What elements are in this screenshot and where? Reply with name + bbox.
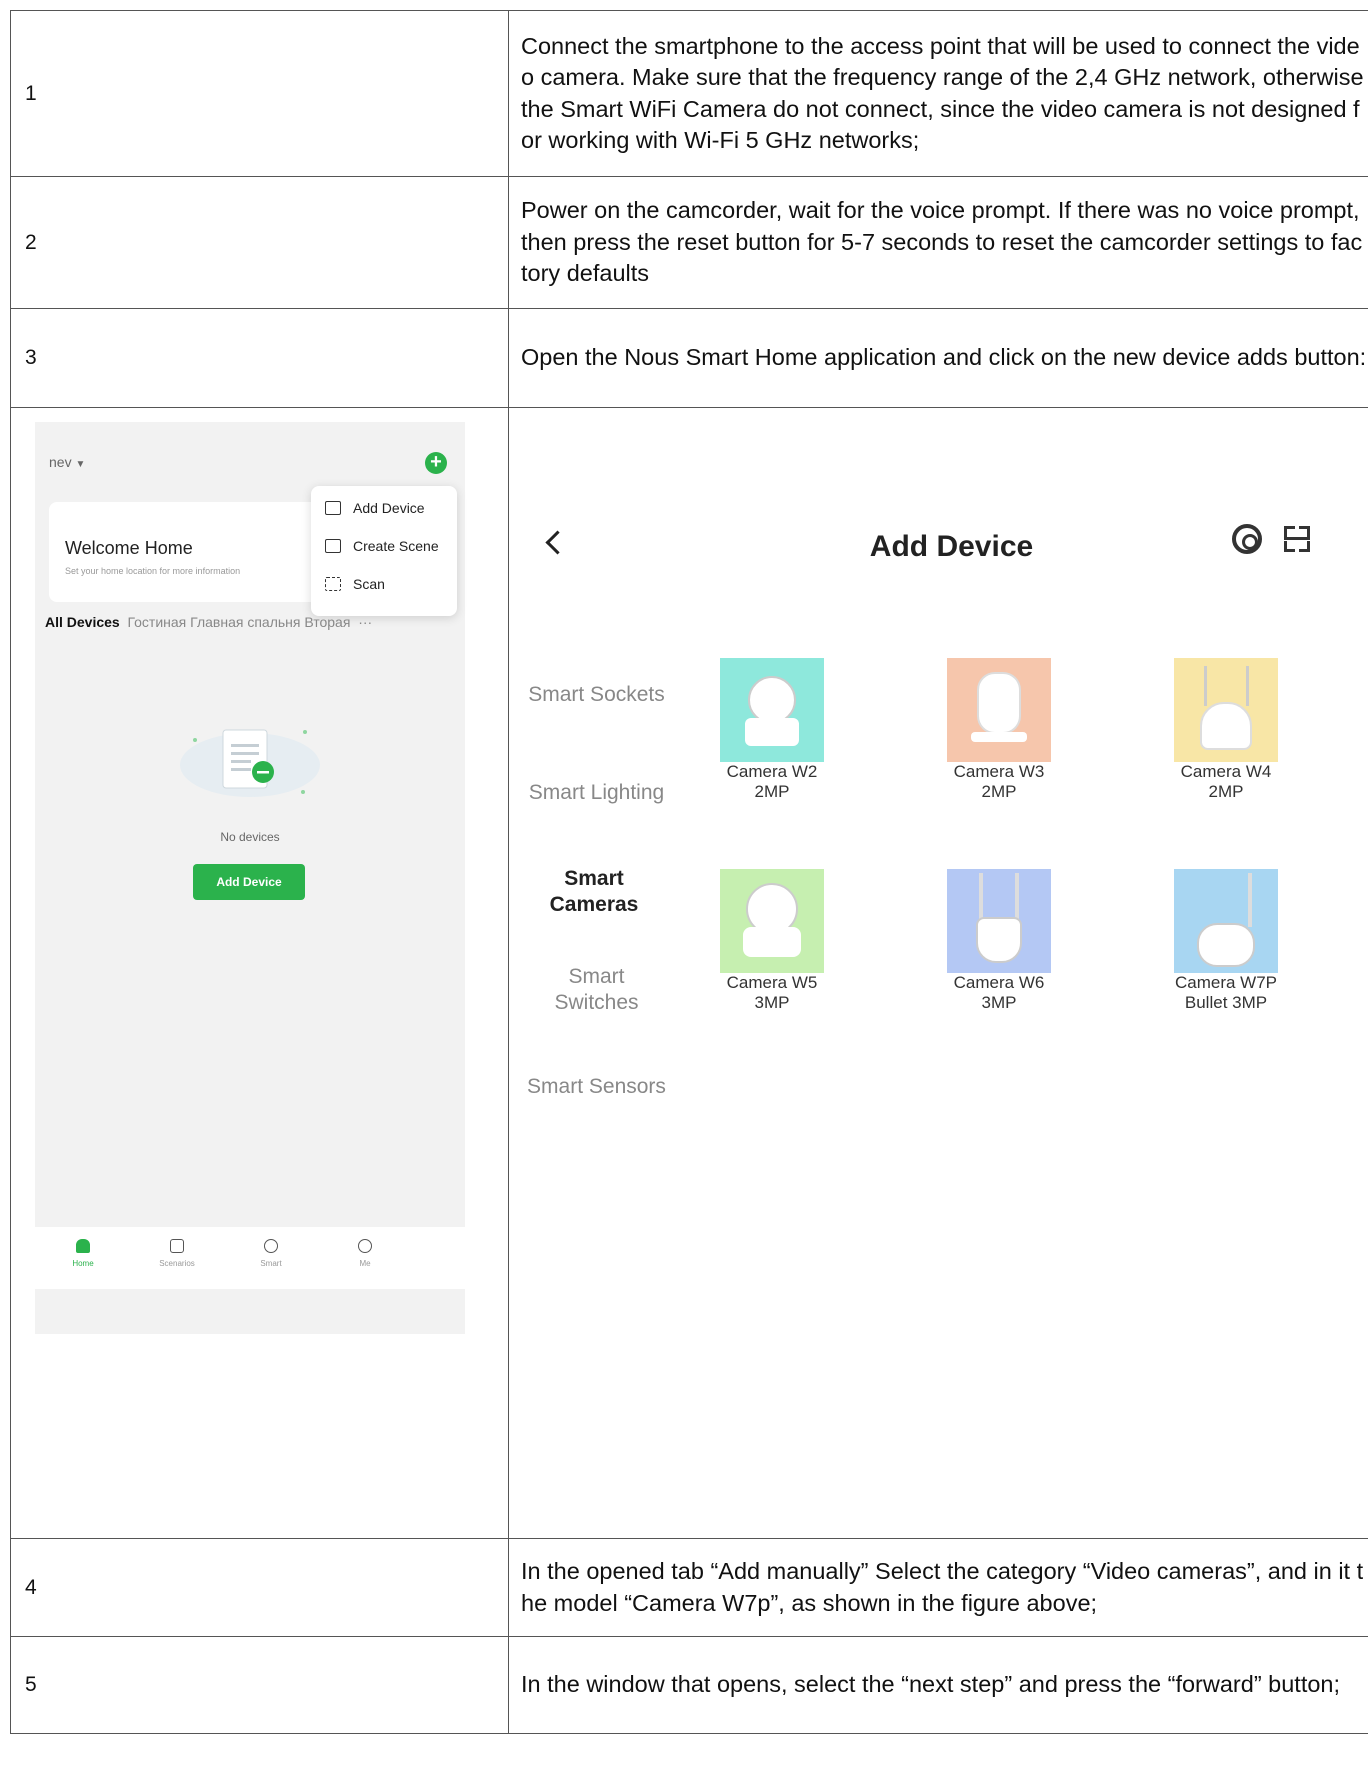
step-text: In the opened tab “Add manually” Select … — [508, 1538, 1368, 1637]
category-smart-lighting[interactable]: Smart Lighting — [519, 780, 674, 806]
auto-scan-icon[interactable] — [1232, 524, 1262, 554]
nav-label: Me — [359, 1259, 371, 1268]
bottom-nav: Home Scenarios Smart Me — [35, 1227, 465, 1289]
profile-icon — [358, 1239, 372, 1253]
add-menu-popup: Add Device Create Scene Scan — [311, 486, 457, 616]
menu-item-add-device[interactable]: Add Device — [325, 500, 425, 516]
scan-icon — [325, 577, 341, 591]
add-device-button[interactable]: Add Device — [193, 864, 305, 900]
add-device-icon — [325, 501, 341, 515]
step-text: Connect the smartphone to the access poi… — [508, 10, 1368, 177]
step-row-3: 3 Open the Nous Smart Home application a… — [10, 308, 1368, 408]
device-camera-w7p[interactable]: Camera W7P Bullet 3MP — [1161, 869, 1291, 1013]
device-name: Camera W2 — [726, 762, 818, 781]
category-smart-cameras[interactable]: Smart Cameras — [519, 866, 669, 918]
camera-w4-thumbnail — [1174, 658, 1278, 762]
camera-w6-thumbnail — [947, 869, 1051, 973]
nav-label: Scenarios — [159, 1259, 195, 1268]
phone-home-screen: nev ▼ + Welcome Home Set your home locat… — [35, 422, 465, 1334]
home-selector[interactable]: nev ▼ — [49, 454, 85, 470]
home-screenshot-cell: nev ▼ + Welcome Home Set your home locat… — [10, 407, 509, 1539]
step-number: 3 — [10, 308, 509, 408]
device-camera-w5[interactable]: Camera W5 3MP — [707, 869, 837, 1013]
device-spec: Bullet 3MP — [1184, 993, 1268, 1012]
menu-label: Scan — [353, 576, 385, 592]
scenarios-icon — [170, 1239, 184, 1253]
create-scene-icon — [325, 539, 341, 553]
step-text: Power on the camcorder, wait for the voi… — [508, 176, 1368, 309]
device-spec: 2MP — [981, 782, 1017, 801]
home-name: nev — [49, 454, 72, 470]
step-number: 5 — [10, 1636, 509, 1734]
tab-all-devices[interactable]: All Devices — [45, 614, 120, 630]
device-camera-w3[interactable]: Camera W3 2MP — [934, 658, 1064, 802]
step-number: 1 — [10, 10, 509, 177]
nav-label: Home — [72, 1259, 94, 1268]
device-camera-w4[interactable]: Camera W4 2MP — [1161, 658, 1291, 802]
device-spec: 3MP — [754, 993, 790, 1012]
step-number: 2 — [10, 176, 509, 309]
device-name: Camera W7P — [1174, 973, 1278, 992]
nav-smart[interactable]: Smart — [231, 1239, 311, 1268]
menu-label: Add Device — [353, 500, 425, 516]
menu-item-create-scene[interactable]: Create Scene — [325, 538, 439, 554]
category-smart-sensors[interactable]: Smart Sensors — [519, 1074, 674, 1100]
step-row-1: 1 Connect the smartphone to the access p… — [10, 10, 1368, 177]
add-plus-icon[interactable]: + — [425, 452, 447, 474]
device-spec: 2MP — [1208, 782, 1244, 801]
device-name: Camera W6 — [953, 973, 1045, 992]
camera-w7p-thumbnail — [1174, 869, 1278, 973]
home-icon — [76, 1239, 90, 1253]
smart-icon — [264, 1239, 278, 1253]
welcome-subtitle: Set your home location for more informat… — [65, 566, 241, 576]
step-number: 4 — [10, 1538, 509, 1637]
screenshot-row: nev ▼ + Welcome Home Set your home locat… — [10, 407, 1368, 1539]
step-text: In the window that opens, select the “ne… — [508, 1636, 1368, 1734]
tab-rooms[interactable]: Гостиная Главная спальня Вторая — [128, 614, 351, 630]
caret-down-icon: ▼ — [75, 459, 86, 470]
room-tabs: All Devices Гостиная Главная спальня Вто… — [45, 614, 465, 630]
step-text: Open the Nous Smart Home application and… — [508, 308, 1368, 408]
device-spec: 2MP — [754, 782, 790, 801]
nav-home[interactable]: Home — [43, 1239, 123, 1268]
menu-label: Create Scene — [353, 538, 439, 554]
add-device-screenshot-cell: Add Device Smart Sockets Smart Lighting … — [508, 407, 1368, 1539]
device-spec: 3MP — [981, 993, 1017, 1012]
device-camera-w6[interactable]: Camera W6 3MP — [934, 869, 1064, 1013]
more-icon[interactable]: ··· — [358, 614, 372, 630]
step-row-2: 2 Power on the camcorder, wait for the v… — [10, 176, 1368, 309]
nav-label: Smart — [260, 1259, 282, 1268]
empty-state-illustration — [180, 729, 320, 797]
camera-w2-thumbnail — [720, 658, 824, 762]
no-devices-text: No devices — [220, 830, 280, 844]
camera-w3-thumbnail — [947, 658, 1051, 762]
nav-me[interactable]: Me — [325, 1239, 405, 1268]
welcome-title: Welcome Home — [65, 538, 193, 558]
qr-scan-icon[interactable] — [1284, 526, 1310, 552]
menu-item-scan[interactable]: Scan — [325, 576, 385, 592]
add-device-header: Add Device — [509, 524, 1368, 588]
category-smart-sockets[interactable]: Smart Sockets — [519, 682, 674, 708]
device-name: Camera W3 — [953, 762, 1045, 781]
step-row-4: 4 In the opened tab “Add manually” Selec… — [10, 1538, 1368, 1637]
camera-w5-thumbnail — [720, 869, 824, 973]
category-smart-switches[interactable]: Smart Switches — [519, 964, 674, 1016]
step-row-5: 5 In the window that opens, select the “… — [10, 1636, 1368, 1734]
device-name: Camera W5 — [726, 973, 818, 992]
device-name: Camera W4 — [1180, 762, 1272, 781]
nav-scenarios[interactable]: Scenarios — [137, 1239, 217, 1268]
device-camera-w2[interactable]: Camera W2 2MP — [707, 658, 837, 802]
instruction-table: 1 Connect the smartphone to the access p… — [10, 10, 1368, 1734]
